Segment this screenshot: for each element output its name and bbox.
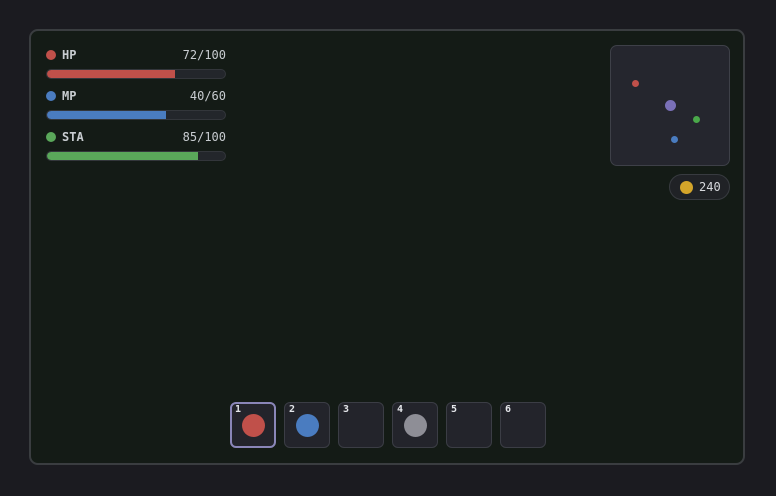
mp-bar-fill (47, 111, 166, 119)
coin-icon (680, 181, 693, 194)
minimap[interactable] (610, 45, 730, 166)
stat-mp: MP 40/60 (46, 87, 226, 128)
slot-number: 1 (235, 404, 242, 415)
health-potion-icon (242, 414, 265, 437)
stone-icon (404, 414, 427, 437)
stat-mp-value: 40/60 (189, 89, 226, 103)
stat-hp-value: 72/100 (182, 48, 226, 62)
hotbar-slot-2[interactable]: 2 (284, 402, 330, 448)
stat-hp-label: HP (62, 48, 77, 62)
ally-marker-icon (693, 116, 700, 123)
mana-potion-icon (296, 414, 319, 437)
stat-mp-label: MP (62, 89, 77, 103)
gold-counter: 240 (669, 174, 730, 200)
hotbar-slot-1[interactable]: 1 (230, 402, 276, 448)
slot-number: 3 (343, 404, 350, 415)
stat-sta: STA 85/100 (46, 128, 226, 169)
mana-marker-icon (671, 136, 678, 143)
stat-hp: HP 72/100 (46, 46, 226, 87)
sta-bar (46, 151, 226, 161)
stats-panel: HP 72/100 MP 40/60 STA 85/100 (46, 46, 226, 169)
player-marker-icon (665, 100, 676, 111)
hotbar-slot-6[interactable]: 6 (500, 402, 546, 448)
sta-bar-fill (47, 152, 199, 160)
hp-bar (46, 69, 226, 79)
stat-sta-value: 85/100 (182, 130, 226, 144)
stat-sta-label: STA (62, 130, 84, 144)
mp-icon (46, 91, 56, 101)
gold-amount: 240 (699, 180, 721, 194)
slot-number: 5 (451, 404, 458, 415)
sta-icon (46, 132, 56, 142)
slot-number: 6 (505, 404, 512, 415)
slot-number: 4 (397, 404, 404, 415)
hotbar-slot-4[interactable]: 4 (392, 402, 438, 448)
hotbar-slot-5[interactable]: 5 (446, 402, 492, 448)
hp-bar-fill (47, 70, 176, 78)
enemy-marker-icon (632, 80, 639, 87)
hotbar-slot-3[interactable]: 3 (338, 402, 384, 448)
hp-icon (46, 50, 56, 60)
mp-bar (46, 110, 226, 120)
slot-number: 2 (289, 404, 296, 415)
